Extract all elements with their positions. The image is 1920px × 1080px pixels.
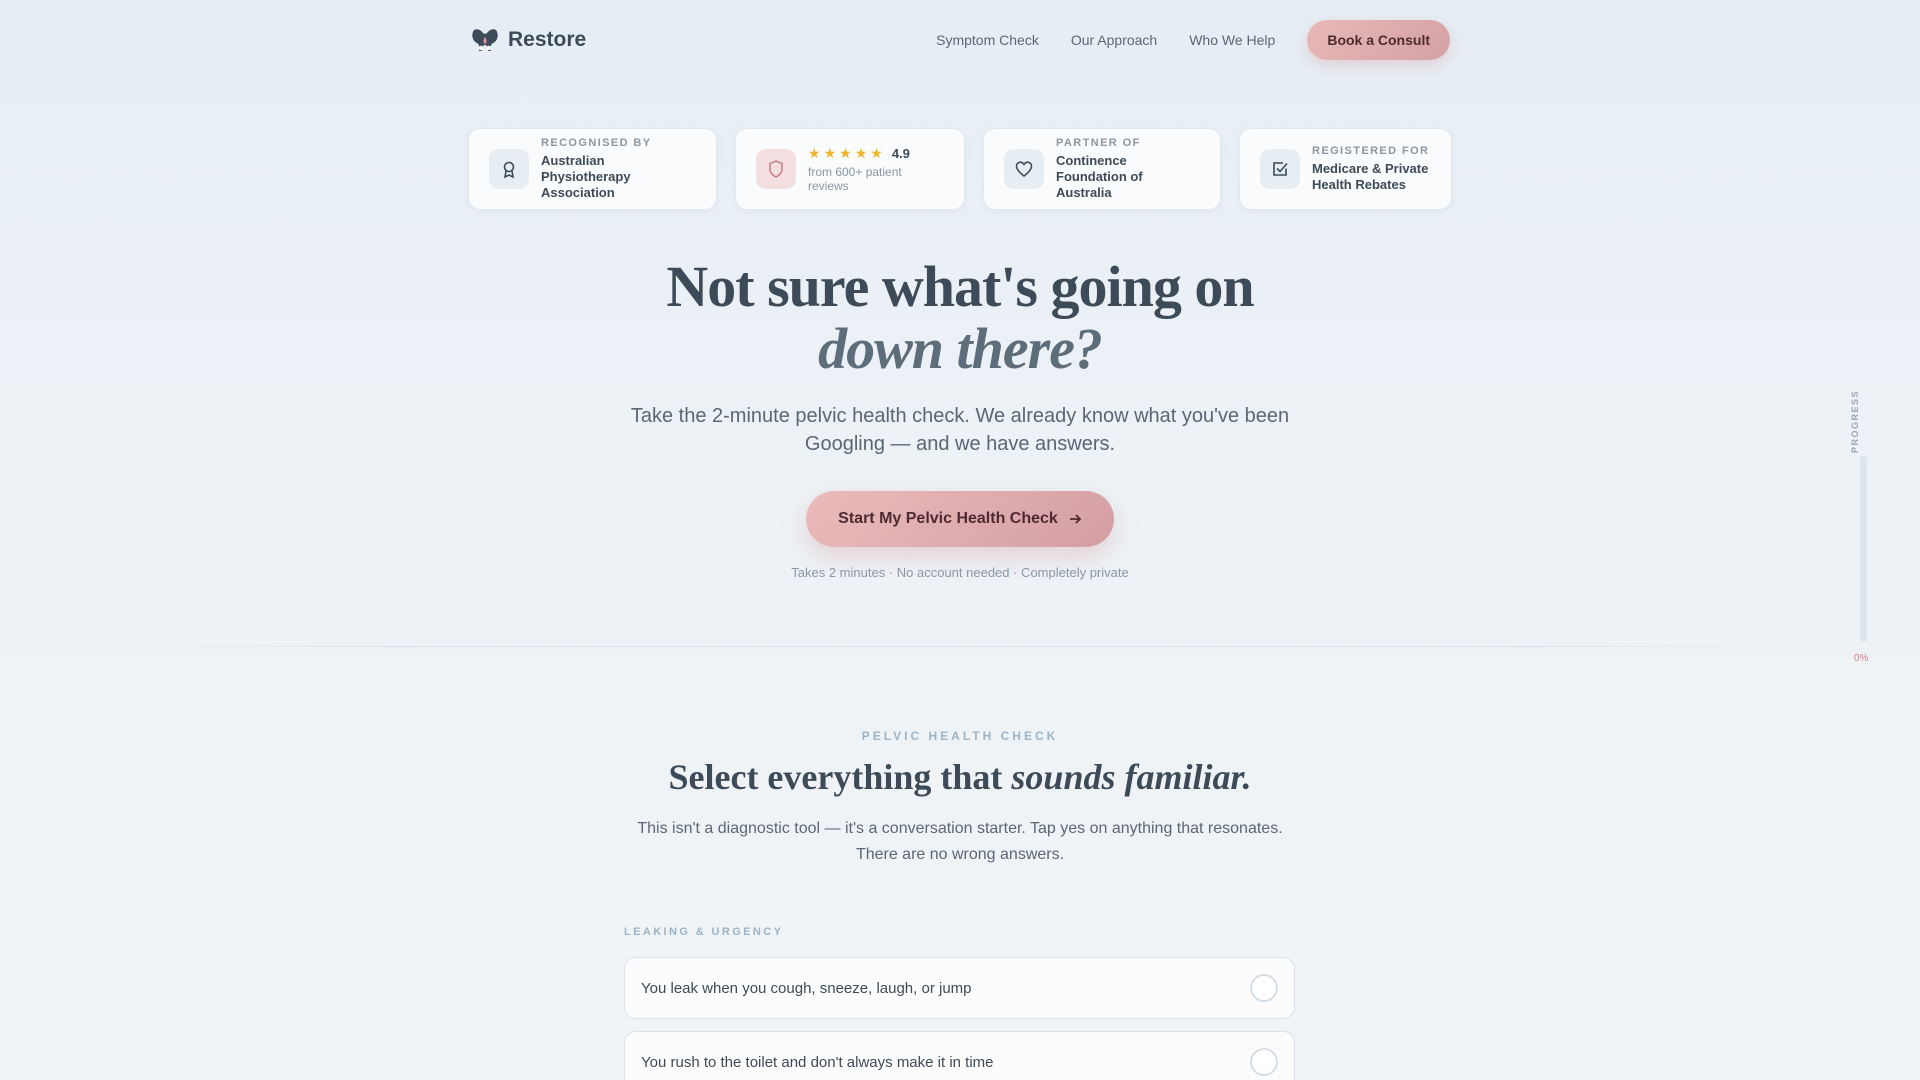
quiz-option[interactable]: You rush to the toilet and don't always … <box>624 1031 1295 1080</box>
brand[interactable]: Restore <box>470 25 586 55</box>
badge-title: Australian Physiotherapy Association <box>541 153 631 200</box>
review-count: from 600+ patient reviews <box>808 164 902 193</box>
pelvis-logo-icon <box>472 29 498 51</box>
badge-kicker: PARTNER OF <box>1056 137 1141 149</box>
star-icon: ★ <box>854 145 868 161</box>
heart-icon <box>1004 149 1044 189</box>
arrow-right-icon <box>1069 514 1082 524</box>
star-icon: ★ <box>839 145 852 161</box>
badge-title: Continence Foundation of Australia <box>1056 153 1143 200</box>
progress-indicator: PROGRESS 0% <box>1850 386 1876 666</box>
badge-medicare-rebates: REGISTERED FOR Medicare & Private Health… <box>1239 128 1452 210</box>
progress-track <box>1860 456 1867 642</box>
hero-title-line1: Not sure what's going on <box>666 254 1254 319</box>
shield-icon <box>756 149 796 189</box>
star-icon: ★ <box>823 145 837 161</box>
hero-note: Takes 2 minutes · No account needed · Co… <box>791 565 1129 580</box>
badge-rating: ★ ★ ★ ★ ★ 4.9 from 600+ patient reviews <box>735 128 965 210</box>
hero-subtitle: Take the 2-minute pelvic health check. W… <box>630 405 1290 455</box>
nav-links: Symptom Check Our Approach Who We Help B… <box>936 20 1450 60</box>
badge-kicker: REGISTERED FOR <box>1312 145 1430 157</box>
quiz-option[interactable]: You leak when you cough, sneeze, laugh, … <box>624 957 1295 1019</box>
brand-name: Restore <box>508 28 587 51</box>
nav-link-who-we-help[interactable]: Who We Help <box>1189 32 1275 48</box>
star-icon: ★ <box>808 145 821 161</box>
star-rating: ★ ★ ★ ★ ★ 4.9 <box>808 146 944 161</box>
rating-value: 4.9 <box>891 145 910 161</box>
book-consult-button[interactable]: Book a Consult <box>1307 20 1450 60</box>
start-health-check-button[interactable]: Start My Pelvic Health Check <box>806 491 1114 547</box>
star-icon: ★ <box>870 145 883 161</box>
checkbox-icon <box>1260 149 1300 189</box>
quiz-title: Select everything that sounds familiar. <box>0 756 1920 798</box>
quiz-option-text: You leak when you cough, sneeze, laugh, … <box>641 979 972 997</box>
trust-badges: RECOGNISED BY Australian Physiotherapy A… <box>468 128 1452 210</box>
nav-link-symptom-check[interactable]: Symptom Check <box>936 32 1039 48</box>
radio-button[interactable] <box>1250 974 1278 1002</box>
badge-physiotherapy-association: RECOGNISED BY Australian Physiotherapy A… <box>468 128 717 210</box>
quiz-option-text: You rush to the toilet and don't always … <box>641 1053 994 1071</box>
badge-kicker: RECOGNISED BY <box>541 137 652 149</box>
hero-title-line2: down there? <box>818 316 1103 381</box>
quiz-kicker: PELVIC HEALTH CHECK <box>861 729 1059 743</box>
progress-label: PROGRESS <box>1850 390 1860 454</box>
group-label-leaking-urgency: LEAKING & URGENCY <box>624 926 784 938</box>
badge-title: Medicare & Private Health Rebates <box>1312 161 1429 192</box>
quiz-title-italic: sounds familiar. <box>1011 757 1252 797</box>
quiz-title-plain: Select everything that <box>668 757 1012 797</box>
top-nav: Restore Symptom Check Our Approach Who W… <box>470 18 1450 62</box>
badge-continence-foundation: PARTNER OF Continence Foundation of Aust… <box>983 128 1221 210</box>
hero-title: Not sure what's going on down there? <box>0 256 1920 380</box>
progress-percent: 0% <box>1854 653 1869 664</box>
section-divider <box>60 646 1860 647</box>
quiz-description: This isn't a diagnostic tool — it's a co… <box>637 820 1283 863</box>
award-icon <box>489 149 529 189</box>
start-health-check-label: Start My Pelvic Health Check <box>838 510 1058 527</box>
radio-button[interactable] <box>1250 1048 1278 1076</box>
nav-link-our-approach[interactable]: Our Approach <box>1071 32 1157 48</box>
